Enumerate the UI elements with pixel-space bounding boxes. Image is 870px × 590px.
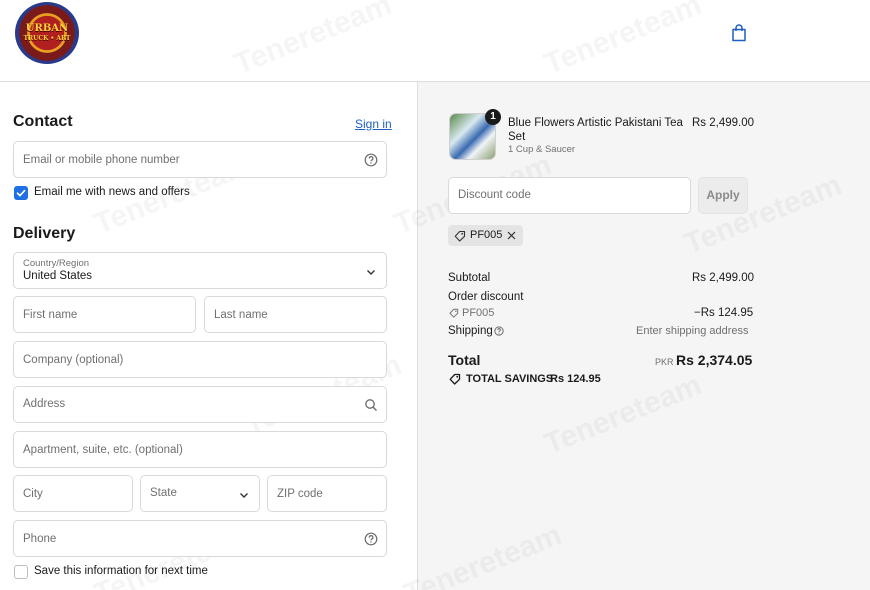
checkmark-icon xyxy=(16,189,26,197)
city-field[interactable]: City xyxy=(13,475,133,512)
tag-icon xyxy=(449,308,459,318)
zip-field[interactable]: ZIP code xyxy=(267,475,387,512)
zip-placeholder: ZIP code xyxy=(277,488,323,500)
shipping-label: Shipping xyxy=(448,325,493,337)
shopping-bag-icon[interactable] xyxy=(731,24,747,42)
currency-code: PKR xyxy=(655,357,674,367)
help-icon[interactable] xyxy=(494,326,504,336)
discount-value: −Rs 124.95 xyxy=(694,307,754,319)
help-icon[interactable] xyxy=(364,153,378,167)
tag-icon xyxy=(454,230,466,242)
search-icon xyxy=(365,399,377,411)
total-value: Rs 2,374.05 xyxy=(676,352,753,368)
address-placeholder: Address xyxy=(23,398,66,410)
delivery-title: Delivery xyxy=(13,225,76,242)
save-info-label: Save this information for next time xyxy=(34,565,208,577)
product-name-line2: Set xyxy=(508,131,526,143)
last-name-field[interactable]: Last name xyxy=(204,296,387,333)
apartment-field[interactable]: Apartment, suite, etc. (optional) xyxy=(13,431,387,468)
email-field[interactable]: Email or mobile phone number xyxy=(13,141,387,178)
help-icon[interactable] xyxy=(364,532,378,546)
order-discount-label: Order discount xyxy=(448,291,524,303)
total-savings-value: Rs 124.95 xyxy=(550,373,601,385)
subtotal-value: Rs 2,499.00 xyxy=(692,272,755,284)
save-info-checkbox[interactable] xyxy=(14,565,28,579)
company-placeholder: Company (optional) xyxy=(23,354,124,366)
header: URBAN TRUCK • ART xyxy=(0,0,870,82)
country-label: Country/Region xyxy=(23,258,90,269)
apartment-placeholder: Apartment, suite, etc. (optional) xyxy=(23,444,183,456)
discount-code-text: PF005 xyxy=(462,307,495,319)
apply-button[interactable]: Apply xyxy=(698,177,748,214)
company-field[interactable]: Company (optional) xyxy=(13,341,387,378)
subtotal-label: Subtotal xyxy=(448,272,491,284)
last-name-placeholder: Last name xyxy=(214,309,268,321)
contact-title: Contact xyxy=(13,113,73,130)
shipping-value: Enter shipping address xyxy=(636,325,749,337)
city-placeholder: City xyxy=(23,488,43,500)
state-select[interactable]: State xyxy=(140,475,260,512)
country-select[interactable]: Country/Region United States xyxy=(13,252,387,289)
chevron-down-icon xyxy=(367,270,375,275)
state-label: State xyxy=(150,487,177,499)
address-field[interactable]: Address xyxy=(13,386,387,423)
savings-tag-icon xyxy=(449,373,461,385)
applied-code-label: PF005 xyxy=(470,229,503,241)
total-label: Total xyxy=(448,352,481,368)
newsletter-label: Email me with news and offers xyxy=(34,186,190,198)
phone-field[interactable]: Phone xyxy=(13,520,387,557)
chevron-down-icon xyxy=(240,493,248,498)
applied-discount-chip: PF005 xyxy=(448,225,523,246)
store-logo[interactable]: URBAN TRUCK • ART xyxy=(15,2,79,64)
product-variant: 1 Cup & Saucer xyxy=(508,144,576,155)
first-name-field[interactable]: First name xyxy=(13,296,196,333)
product-price: Rs 2,499.00 xyxy=(692,117,755,129)
newsletter-checkbox[interactable] xyxy=(14,186,28,200)
phone-placeholder: Phone xyxy=(23,533,57,545)
remove-code-icon[interactable] xyxy=(507,231,516,240)
country-value: United States xyxy=(23,270,93,282)
sign-in-link[interactable]: Sign in xyxy=(355,117,392,131)
product-name-line1: Blue Flowers Artistic Pakistani Tea xyxy=(508,117,683,129)
email-placeholder: Email or mobile phone number xyxy=(23,154,180,166)
discount-placeholder: Discount code xyxy=(458,189,531,201)
total-savings-label: TOTAL SAVINGS xyxy=(466,373,554,385)
quantity-badge: 1 xyxy=(485,109,501,125)
first-name-placeholder: First name xyxy=(23,309,78,321)
discount-code-field[interactable]: Discount code xyxy=(448,177,691,214)
